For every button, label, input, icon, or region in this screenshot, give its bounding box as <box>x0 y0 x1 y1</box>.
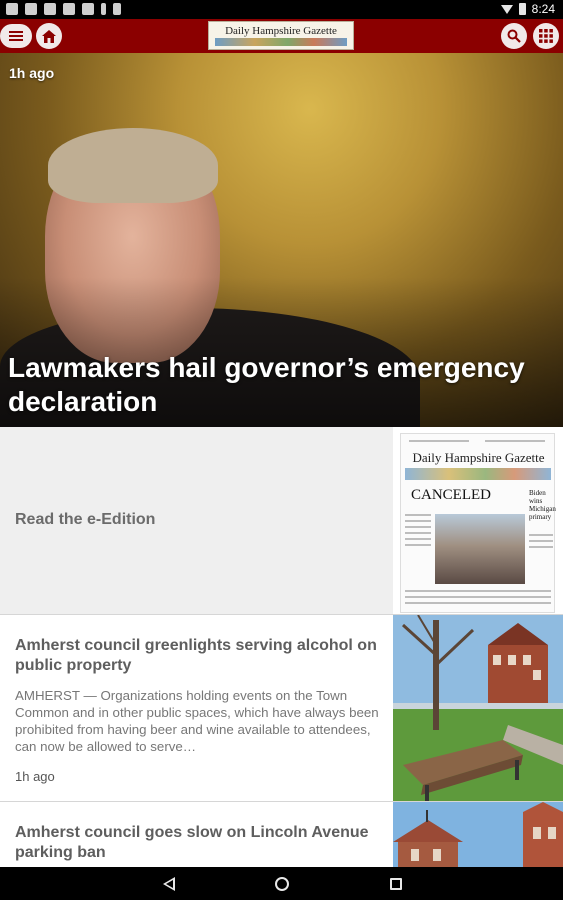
paper-text-line <box>485 440 545 442</box>
news-icon <box>63 3 75 15</box>
paper-text-line <box>405 538 431 540</box>
recent-apps-icon[interactable] <box>390 878 402 890</box>
grid-icon <box>539 29 553 43</box>
gazette-logo[interactable]: Daily Hampshire Gazette <box>208 21 354 50</box>
photo-icon <box>44 3 56 15</box>
menu-button[interactable] <box>0 24 32 48</box>
eedition-label[interactable]: Read the e-Edition <box>15 511 155 529</box>
battery-saver-icon <box>101 3 106 15</box>
lincoln-avenue-photo <box>393 802 563 867</box>
news-icon <box>82 3 94 15</box>
home-circle-icon[interactable] <box>275 877 289 891</box>
wifi-icon <box>500 4 513 14</box>
search-icon <box>507 29 521 43</box>
image-icon <box>25 3 37 15</box>
notification-icons <box>6 3 121 15</box>
gallery-icon <box>6 3 18 15</box>
paper-text-line <box>405 514 431 516</box>
logo-illustration <box>215 38 347 46</box>
search-button[interactable] <box>501 23 527 49</box>
system-nav-bar <box>0 867 563 900</box>
paper-headline: CANCELED <box>411 487 491 503</box>
paper-text-line <box>405 544 431 546</box>
article-thumbnail[interactable] <box>393 802 563 867</box>
paper-text-line <box>529 540 553 542</box>
paper-side-headline: Biden wins Michigan primary <box>529 489 556 521</box>
article-title[interactable]: Amherst council greenlights serving alco… <box>15 636 381 676</box>
article-thumbnail[interactable] <box>393 615 563 801</box>
back-icon[interactable] <box>163 877 175 891</box>
status-bar: 8:24 <box>0 0 563 19</box>
hero-headline[interactable]: Lawmakers hail governor’s emergency decl… <box>8 351 548 419</box>
town-common-photo <box>393 615 563 801</box>
paper-text-line <box>529 534 553 536</box>
sections-button[interactable] <box>533 23 559 49</box>
eedition-thumbnail[interactable]: Daily Hampshire Gazette CANCELED Biden w… <box>393 427 563 615</box>
home-icon <box>42 29 56 43</box>
newspaper-page: Daily Hampshire Gazette CANCELED Biden w… <box>400 433 556 613</box>
hero-timestamp: 1h ago <box>9 65 55 81</box>
article-title[interactable]: Amherst council goes slow on Lincoln Ave… <box>15 823 381 863</box>
paper-text-line <box>405 532 431 534</box>
eedition-row[interactable]: Read the e-Edition Daily Hampshire Gazet… <box>0 427 563 615</box>
clock: 8:24 <box>531 2 555 16</box>
paper-text-line <box>405 526 431 528</box>
paper-masthead: Daily Hampshire Gazette <box>412 450 545 465</box>
paper-text-line <box>405 596 551 598</box>
paper-text-line <box>409 440 469 442</box>
battery-icon <box>518 3 526 15</box>
paper-photo <box>435 514 525 584</box>
article-row[interactable]: Amherst council greenlights serving alco… <box>0 615 563 801</box>
paper-text-line <box>405 590 551 592</box>
logo-text: Daily Hampshire Gazette <box>225 25 337 37</box>
hamburger-icon <box>9 31 23 41</box>
article-summary: AMHERST — Organizations holding events o… <box>15 688 379 754</box>
paper-text-line <box>529 546 553 548</box>
paper-text-line <box>405 520 431 522</box>
home-button[interactable] <box>36 23 62 49</box>
hero-photo-hair <box>48 128 218 203</box>
check-icon <box>113 3 121 15</box>
app-bar: Daily Hampshire Gazette <box>0 19 563 53</box>
article-timestamp: 1h ago <box>15 769 55 784</box>
paper-text-line <box>405 602 551 604</box>
hero-story[interactable]: 1h ago Lawmakers hail governor’s emergen… <box>0 53 563 427</box>
article-row[interactable]: Amherst council goes slow on Lincoln Ave… <box>0 802 563 867</box>
paper-banner <box>405 468 551 480</box>
